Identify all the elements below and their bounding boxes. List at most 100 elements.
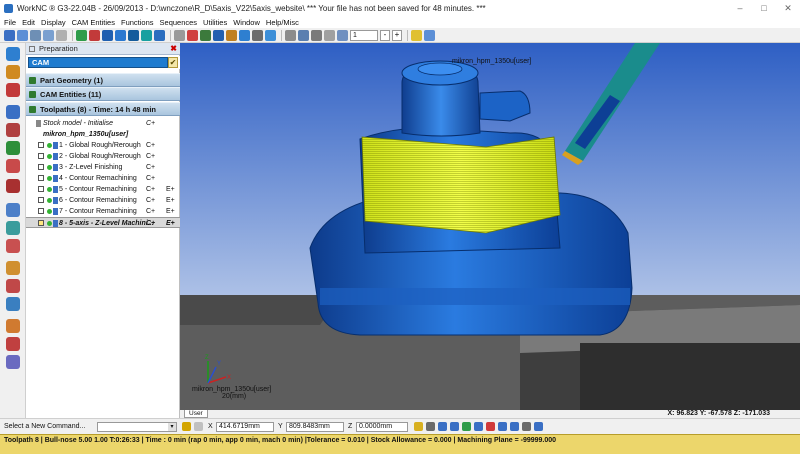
expand-icon[interactable] bbox=[29, 106, 36, 113]
menu-edit[interactable]: Edit bbox=[22, 18, 35, 27]
view-iso-icon[interactable] bbox=[30, 29, 41, 41]
menu-help-misc[interactable]: Help/Misc bbox=[266, 18, 299, 27]
machine-row[interactable]: mikron_hpm_1350u[user] bbox=[26, 129, 180, 140]
minimize-icon[interactable]: – bbox=[728, 0, 752, 16]
checkbox[interactable] bbox=[38, 153, 44, 159]
snap-grid-icon[interactable] bbox=[474, 422, 483, 431]
toolpath-row[interactable]: 3 - Z-Level Finishing C+ bbox=[26, 162, 180, 173]
tab-user[interactable]: User bbox=[184, 410, 208, 418]
macro-icon[interactable] bbox=[6, 355, 20, 369]
checkbox[interactable] bbox=[38, 186, 44, 192]
grid-icon[interactable] bbox=[56, 29, 67, 41]
report-icon[interactable] bbox=[6, 261, 20, 275]
settings-icon[interactable] bbox=[6, 319, 20, 333]
panel-close-icon[interactable]: ✖ bbox=[170, 43, 177, 55]
toolpath-row-selected[interactable]: 8 - 5-axis - Z-Level Machini... C+ E+ bbox=[26, 217, 180, 228]
checkbox-checked[interactable] bbox=[38, 220, 44, 226]
snap-cursor-icon[interactable] bbox=[486, 422, 495, 431]
boundary-icon[interactable] bbox=[6, 239, 20, 253]
expand-icon[interactable] bbox=[29, 77, 36, 84]
check-icon[interactable] bbox=[6, 179, 20, 193]
surface-icon[interactable] bbox=[141, 29, 152, 41]
snap-vertex-icon[interactable] bbox=[534, 422, 543, 431]
section-cam-entities[interactable]: CAM Entities (11) bbox=[26, 87, 180, 101]
view-front-icon[interactable] bbox=[17, 29, 28, 41]
z-field[interactable]: 0.0000mm bbox=[356, 422, 408, 432]
increment-button[interactable]: + bbox=[392, 29, 402, 41]
holder-icon[interactable] bbox=[6, 203, 20, 217]
checkbox[interactable] bbox=[38, 175, 44, 181]
snap-icon[interactable] bbox=[182, 422, 191, 431]
render-icon[interactable] bbox=[154, 29, 165, 41]
checkbox[interactable] bbox=[38, 142, 44, 148]
view-top-icon[interactable] bbox=[4, 29, 15, 41]
menu-sequences[interactable]: Sequences bbox=[160, 18, 198, 27]
light-icon[interactable] bbox=[265, 29, 276, 41]
filter-icon[interactable] bbox=[200, 29, 211, 41]
maximize-icon[interactable]: □ bbox=[752, 0, 776, 16]
menu-window[interactable]: Window bbox=[233, 18, 260, 27]
snap-point-icon[interactable] bbox=[426, 422, 435, 431]
preparation-icon[interactable] bbox=[6, 47, 20, 61]
x-field[interactable]: 414.6719mm bbox=[216, 422, 274, 432]
layer-icon[interactable] bbox=[213, 29, 224, 41]
view-side-icon[interactable] bbox=[43, 29, 54, 41]
drill-icon[interactable] bbox=[6, 221, 20, 235]
output-icon[interactable] bbox=[6, 297, 20, 311]
hidden-line-icon[interactable] bbox=[174, 29, 185, 41]
section-icon[interactable] bbox=[239, 29, 250, 41]
zoom-window-icon[interactable] bbox=[324, 29, 335, 41]
pick-icon[interactable] bbox=[187, 29, 198, 41]
y-field[interactable]: 809.8483mm bbox=[286, 422, 344, 432]
snap-mid-icon[interactable] bbox=[462, 422, 471, 431]
stock-model-row[interactable]: Stock model - Initialise C+ bbox=[26, 118, 180, 129]
expand-icon[interactable] bbox=[29, 91, 36, 98]
toolpath-row[interactable]: 6 - Contour Remachining C+ E+ bbox=[26, 195, 180, 206]
pick-point-icon[interactable] bbox=[414, 422, 423, 431]
snap-center-icon[interactable] bbox=[438, 422, 447, 431]
display-mode-icon[interactable] bbox=[424, 29, 435, 41]
toolpath-row[interactable]: 1 - Global Rough/Rerough C+ bbox=[26, 140, 180, 151]
menu-functions[interactable]: Functions bbox=[121, 18, 154, 27]
machine-icon[interactable] bbox=[6, 159, 20, 173]
menu-cam-entities[interactable]: CAM Entities bbox=[72, 18, 115, 27]
menu-utilities[interactable]: Utilities bbox=[203, 18, 227, 27]
shaded-cube-icon[interactable] bbox=[102, 29, 113, 41]
checkbox[interactable] bbox=[38, 164, 44, 170]
fit-icon[interactable] bbox=[337, 29, 348, 41]
menu-file[interactable]: File bbox=[4, 18, 16, 27]
rotate-icon[interactable] bbox=[285, 29, 296, 41]
postprocess-icon[interactable] bbox=[6, 279, 20, 293]
checkbox[interactable] bbox=[38, 208, 44, 214]
command-input[interactable]: ▾ bbox=[97, 422, 177, 432]
checkbox[interactable] bbox=[38, 197, 44, 203]
decrement-button[interactable]: - bbox=[380, 29, 390, 41]
solid-icon[interactable] bbox=[128, 29, 139, 41]
snap-curve-icon[interactable] bbox=[510, 422, 519, 431]
pin-icon[interactable] bbox=[29, 46, 35, 52]
zoom-icon[interactable] bbox=[311, 29, 322, 41]
stock-icon[interactable] bbox=[6, 83, 20, 97]
zoom-step-field[interactable]: 1 bbox=[350, 29, 378, 41]
3d-viewport[interactable]: mikron_hpm_1350u[user] mikron_hpm_1350u[… bbox=[180, 43, 800, 410]
measure-icon[interactable] bbox=[226, 29, 237, 41]
toolpath-row[interactable]: 2 - Global Rough/Rerough C+ bbox=[26, 151, 180, 162]
close-icon[interactable]: ✕ bbox=[776, 0, 800, 16]
snap-surface-icon[interactable] bbox=[498, 422, 507, 431]
section-toolpaths[interactable]: Toolpaths (8) - Time: 14 h 48 min bbox=[26, 102, 180, 116]
origin-icon[interactable] bbox=[89, 29, 100, 41]
simulation-icon[interactable] bbox=[6, 141, 20, 155]
chevron-down-icon[interactable]: ▾ bbox=[168, 423, 176, 431]
section-part-geometry[interactable]: Part Geometry (1) bbox=[26, 73, 180, 87]
snap-end-icon[interactable] bbox=[450, 422, 459, 431]
geometry-icon[interactable] bbox=[6, 105, 20, 119]
clip-icon[interactable] bbox=[252, 29, 263, 41]
tool-icon[interactable] bbox=[6, 123, 20, 137]
axis-icon[interactable] bbox=[76, 29, 87, 41]
snap-plane-icon[interactable] bbox=[522, 422, 531, 431]
toolpath-row[interactable]: 5 - Contour Remachining C+ E+ bbox=[26, 184, 180, 195]
toolpath-row[interactable]: 4 - Contour Remachining C+ bbox=[26, 173, 180, 184]
cam-dropdown[interactable]: CAM bbox=[28, 57, 168, 68]
confirm-check-icon[interactable]: ✔ bbox=[168, 57, 178, 68]
toolpath-icon[interactable] bbox=[6, 65, 20, 79]
